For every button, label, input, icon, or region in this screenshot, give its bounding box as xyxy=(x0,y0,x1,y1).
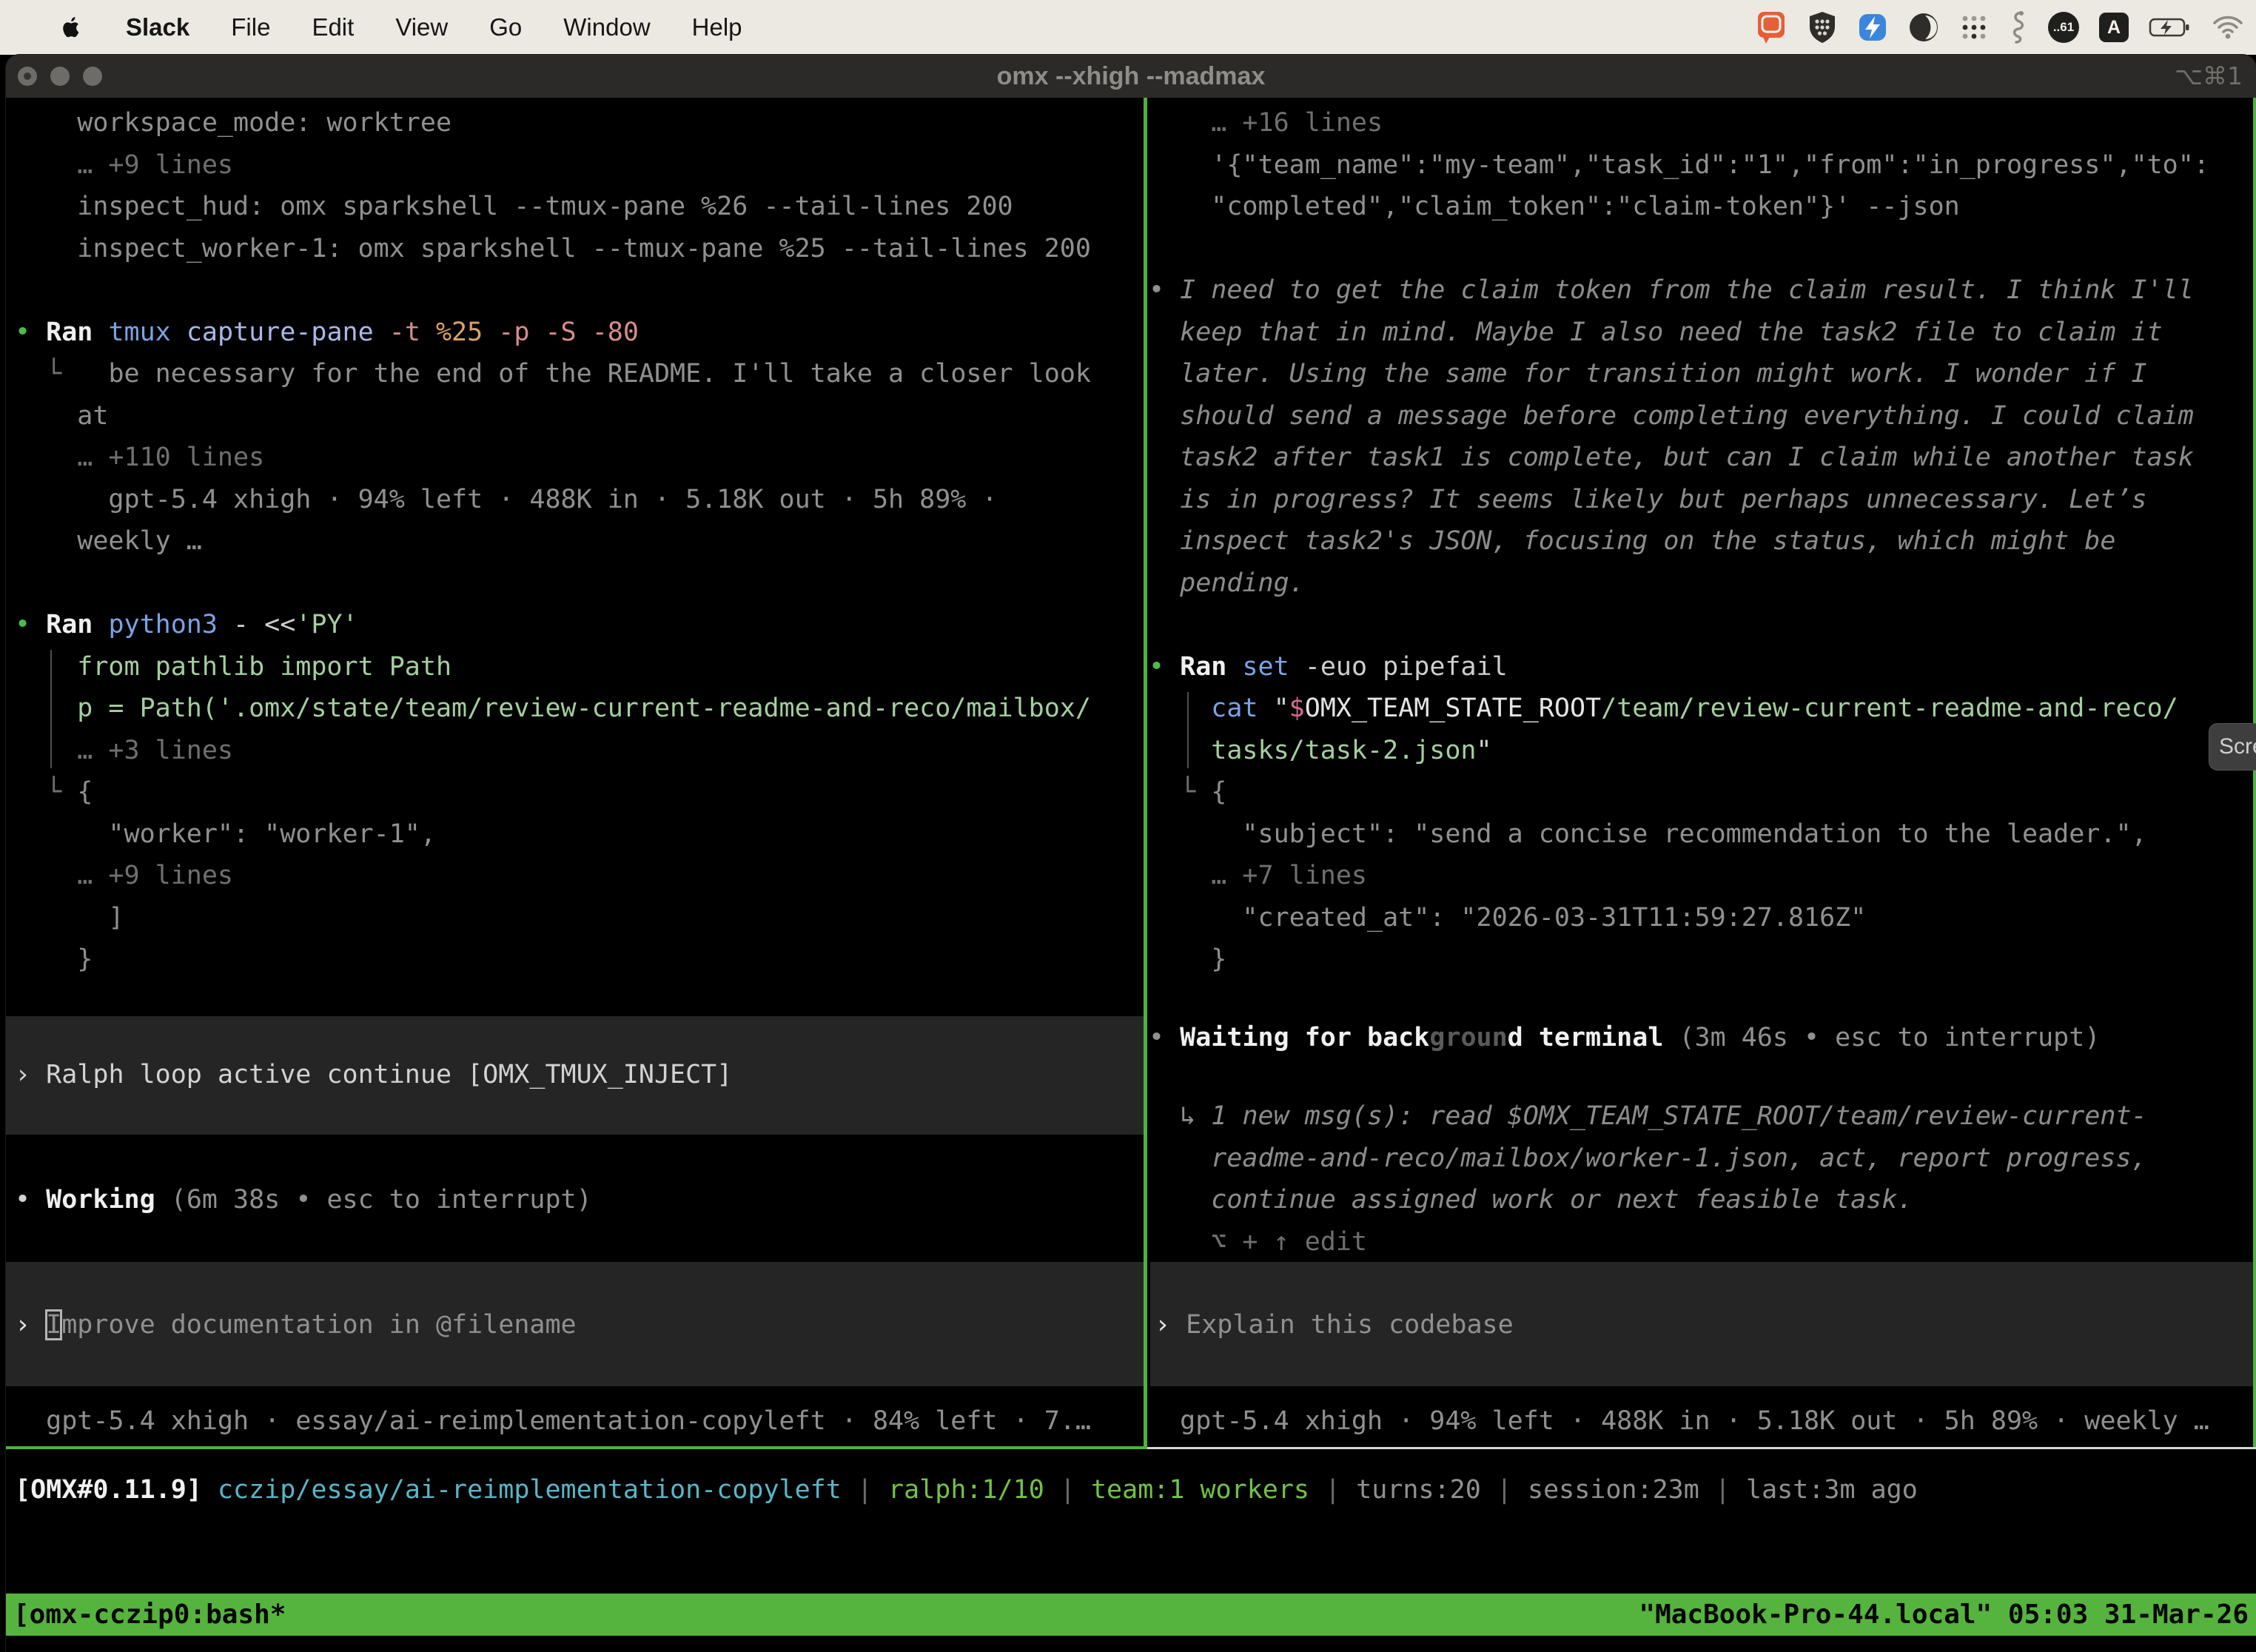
prompt-input-left[interactable]: › Improve documentation in @filename xyxy=(6,1262,1144,1386)
terminal-line: "completed","claim_token":"claim-token"}… xyxy=(1149,186,2256,228)
terminal-line: cat "$OMX_TEAM_STATE_ROOT/team/review-cu… xyxy=(1149,688,2256,730)
terminal-line: from pathlib import Path xyxy=(15,646,1144,688)
terminal-line: keep that in mind. Maybe I also need the… xyxy=(1149,312,2256,354)
terminal-line: } xyxy=(15,939,1144,981)
squiggle-icon[interactable] xyxy=(2009,10,2028,44)
terminal-line: • Ran set -euo pipefail xyxy=(1149,646,2256,688)
terminal-line: … +7 lines xyxy=(1149,855,2256,897)
apple-menu-icon[interactable] xyxy=(61,14,83,41)
terminal-line: gpt-5.4 xhigh · 94% left · 488K in · 5.1… xyxy=(15,479,1144,521)
terminal-line xyxy=(1149,604,2256,646)
terminal-line: └ { xyxy=(1149,771,2256,813)
window-shortcut-badge: ⌥⌘1 xyxy=(2175,55,2243,98)
terminal-line: workspace_mode: worktree xyxy=(15,102,1144,144)
window-title: omx --xhigh --madmax xyxy=(6,55,2256,98)
terminal-line: ↳ 1 new msg(s): read $OMX_TEAM_STATE_ROO… xyxy=(1149,1095,2256,1138)
menu-file[interactable]: File xyxy=(231,13,270,41)
terminal-line: … +3 lines xyxy=(15,730,1144,772)
terminal-line: … +9 lines xyxy=(15,855,1144,897)
terminal-window: omx --xhigh --madmax ⌥⌘1 workspace_mode:… xyxy=(6,55,2256,1652)
terminal-line: "worker": "worker-1", xyxy=(15,813,1144,856)
terminal-line xyxy=(15,563,1144,605)
terminal-line: pending. xyxy=(1149,563,2256,605)
menu-app-slack[interactable]: Slack xyxy=(126,13,189,41)
mailbox-message-note: ↳ 1 new msg(s): read $OMX_TEAM_STATE_ROO… xyxy=(1149,1095,2256,1263)
code-block-connector xyxy=(50,650,52,768)
right-model-status-line: gpt-5.4 xhigh · 94% left · 488K in · 5.1… xyxy=(1149,1400,2209,1443)
input-source-icon[interactable]: A xyxy=(2099,13,2129,42)
terminal-line: task2 after task1 is complete, but can I… xyxy=(1149,437,2256,479)
prompt-input-right[interactable]: › Explain this codebase xyxy=(1150,1262,2253,1386)
terminal-line: └ { xyxy=(15,771,1144,813)
terminal-line: at xyxy=(15,395,1144,437)
terminal-line: "subject": "send a concise recommendatio… xyxy=(1149,813,2256,856)
terminal-line: inspect_hud: omx sparkshell --tmux-pane … xyxy=(15,186,1144,228)
badge-61-icon[interactable]: ..61 xyxy=(2048,12,2079,43)
left-pane-bottom-border xyxy=(6,1446,1147,1449)
terminal-line: inspect task2's JSON, focusing on the st… xyxy=(1149,520,2256,563)
crescent-icon[interactable] xyxy=(1908,12,1939,43)
terminal-line: '{"team_name":"my-team","task_id":"1","f… xyxy=(1149,144,2256,187)
menu-window[interactable]: Window xyxy=(563,13,650,41)
menu-help[interactable]: Help xyxy=(692,13,742,41)
terminal-line: tasks/task-2.json" xyxy=(1149,730,2256,772)
screen-overlay-button[interactable]: Scre xyxy=(2209,723,2256,770)
terminal-line: } xyxy=(1149,939,2256,981)
menu-bar-status-icons: ..61 A xyxy=(1755,10,2244,45)
terminal-line: readme-and-reco/mailbox/worker-1.json, a… xyxy=(1149,1138,2256,1180)
menu-go[interactable]: Go xyxy=(489,13,522,41)
terminal-line: … +110 lines xyxy=(15,437,1144,479)
prompt-input-left-text[interactable]: › Improve documentation in @filename xyxy=(15,1304,577,1346)
ralph-loop-text: › Ralph loop active continue [OMX_TMUX_I… xyxy=(15,1054,732,1096)
bolt-app-icon[interactable] xyxy=(1857,12,1888,43)
terminal-line: … +16 lines xyxy=(1149,102,2256,144)
menu-edit[interactable]: Edit xyxy=(312,13,354,41)
terminal-line: continue assigned work or next feasible … xyxy=(1149,1179,2256,1221)
prompt-input-right-text[interactable]: › Explain this codebase xyxy=(1155,1304,1514,1346)
terminal-content: workspace_mode: worktree … +9 lines insp… xyxy=(6,98,2256,1652)
dots-grid-icon[interactable] xyxy=(1959,13,1989,42)
left-model-status-line: gpt-5.4 xhigh · essay/ai-reimplementatio… xyxy=(15,1400,1091,1443)
terminal-line: • I need to get the claim token from the… xyxy=(1149,269,2256,312)
window-title-bar: omx --xhigh --madmax ⌥⌘1 xyxy=(6,55,2256,98)
right-pane-bottom-border xyxy=(1147,1447,2256,1449)
working-status-line: • Working (6m 38s • esc to interrupt) xyxy=(15,1179,592,1221)
battery-icon[interactable] xyxy=(2149,16,2192,38)
code-block-connector xyxy=(1187,692,1189,768)
terminal-line: later. Using the same for transition mig… xyxy=(1149,353,2256,395)
tmux-status-bar: [omx-cczip0:bash* "MacBook-Pro-44.local"… xyxy=(6,1594,2256,1636)
pane-divider[interactable] xyxy=(1144,98,1147,1449)
terminal-line: weekly … xyxy=(15,520,1144,563)
right-pane-border xyxy=(2253,98,2256,1449)
tmux-session-window: [omx-cczip0:bash* xyxy=(13,1599,286,1630)
terminal-line: inspect_worker-1: omx sparkshell --tmux-… xyxy=(15,228,1144,270)
ralph-loop-banner: › Ralph loop active continue [OMX_TMUX_I… xyxy=(6,1016,1144,1135)
terminal-line xyxy=(1149,228,2256,270)
terminal-line: • Ran python3 - <<'PY' xyxy=(15,604,1144,646)
menu-view[interactable]: View xyxy=(395,13,448,41)
terminal-line: p = Path('.omx/state/team/review-current… xyxy=(15,688,1144,730)
terminal-line: … +9 lines xyxy=(15,144,1144,187)
terminal-line: ⌥ + ↑ edit xyxy=(1149,1221,2256,1263)
omx-session-status-line: [OMX#0.11.9] cczip/essay/ai-reimplementa… xyxy=(15,1469,1918,1511)
desktop: Slack File Edit View Go Window Help xyxy=(0,0,2256,1652)
left-pane-scrollback: workspace_mode: worktree … +9 lines insp… xyxy=(15,102,1144,981)
macos-menu-bar: Slack File Edit View Go Window Help xyxy=(0,0,2256,55)
terminal-line: should send a message before completing … xyxy=(1149,395,2256,437)
terminal-line: "created_at": "2026-03-31T11:59:27.816Z" xyxy=(1149,897,2256,939)
shield-icon[interactable] xyxy=(1807,10,1837,44)
left-agent-pane: workspace_mode: worktree … +9 lines insp… xyxy=(6,98,1144,1449)
wifi-icon[interactable] xyxy=(2212,15,2244,40)
terminal-line: └ be necessary for the end of the README… xyxy=(15,353,1144,395)
terminal-line: • Ran tmux capture-pane -t %25 -p -S -80 xyxy=(15,312,1144,354)
terminal-line: ] xyxy=(15,897,1144,939)
app-menus: Slack File Edit View Go Window Help xyxy=(126,13,742,41)
right-pane-scrollback: … +16 lines '{"team_name":"my-team","tas… xyxy=(1149,102,2256,981)
terminal-line xyxy=(15,269,1144,312)
messages-icon[interactable] xyxy=(1755,10,1787,45)
terminal-line: is in progress? It seems likely but perh… xyxy=(1149,479,2256,521)
waiting-status-line: • Waiting for background terminal (3m 46… xyxy=(1149,1017,2100,1059)
tmux-host-and-clock: "MacBook-Pro-44.local" 05:03 31-Mar-26 xyxy=(1639,1599,2249,1630)
